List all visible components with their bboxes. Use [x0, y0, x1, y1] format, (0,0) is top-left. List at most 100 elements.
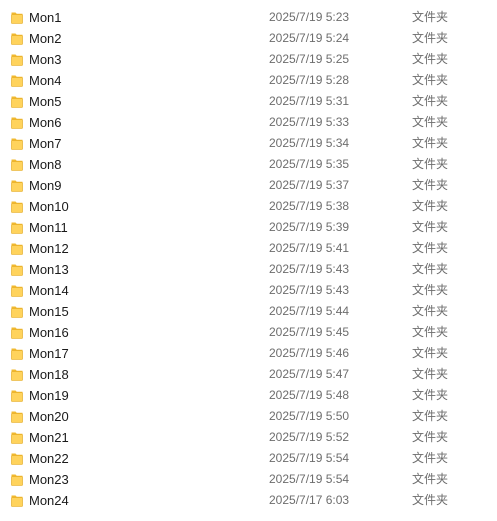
list-item-mon23[interactable]: Mon23 2025/7/19 5:54 文件夹 — [0, 469, 497, 490]
folder-icon — [11, 201, 23, 213]
folder-name: Mon11 — [29, 220, 68, 235]
folder-icon — [11, 180, 23, 192]
item-type: 文件夹 — [412, 136, 449, 150]
folder-name: Mon7 — [29, 136, 62, 151]
list-item-mon13[interactable]: Mon13 2025/7/19 5:43 文件夹 — [0, 259, 497, 280]
date-modified: 2025/7/19 5:54 — [269, 451, 350, 465]
date-modified: 2025/7/19 5:37 — [269, 178, 350, 192]
folder-icon — [11, 117, 23, 129]
folder-icon — [11, 138, 23, 150]
folder-name: Mon23 — [29, 472, 69, 487]
folder-name: Mon24 — [29, 493, 69, 508]
folder-icon — [11, 159, 23, 171]
date-modified: 2025/7/19 5:47 — [269, 367, 350, 381]
date-modified: 2025/7/19 5:38 — [269, 199, 350, 213]
folder-name: Mon21 — [29, 430, 69, 445]
list-item-mon4[interactable]: Mon4 2025/7/19 5:28 文件夹 — [0, 70, 497, 91]
list-item-mon17[interactable]: Mon17 2025/7/19 5:46 文件夹 — [0, 343, 497, 364]
folder-icon — [11, 474, 23, 486]
date-modified: 2025/7/19 5:43 — [269, 262, 350, 276]
date-modified: 2025/7/19 5:48 — [269, 388, 350, 402]
folder-icon — [11, 432, 23, 444]
date-modified: 2025/7/19 5:28 — [269, 73, 350, 87]
item-type: 文件夹 — [412, 367, 449, 381]
folder-name: Mon14 — [29, 283, 69, 298]
list-item-mon10[interactable]: Mon10 2025/7/19 5:38 文件夹 — [0, 196, 497, 217]
list-item-mon2[interactable]: Mon2 2025/7/19 5:24 文件夹 — [0, 28, 497, 49]
item-type: 文件夹 — [412, 178, 449, 192]
folder-name: Mon13 — [29, 262, 69, 277]
folder-icon — [11, 33, 23, 45]
list-item-mon22[interactable]: Mon22 2025/7/19 5:54 文件夹 — [0, 448, 497, 469]
item-type: 文件夹 — [412, 493, 449, 507]
folder-icon — [11, 327, 23, 339]
folder-icon — [11, 390, 23, 402]
item-type: 文件夹 — [412, 94, 449, 108]
item-type: 文件夹 — [412, 241, 449, 255]
list-item-mon24[interactable]: Mon24 2025/7/17 6:03 文件夹 — [0, 490, 497, 511]
folder-name: Mon18 — [29, 367, 69, 382]
folder-icon — [11, 369, 23, 381]
folder-icon — [11, 453, 23, 465]
folder-name: Mon1 — [29, 10, 62, 25]
date-modified: 2025/7/19 5:24 — [269, 31, 350, 45]
item-type: 文件夹 — [412, 220, 449, 234]
folder-name: Mon20 — [29, 409, 69, 424]
list-item-mon3[interactable]: Mon3 2025/7/19 5:25 文件夹 — [0, 49, 497, 70]
item-type: 文件夹 — [412, 157, 449, 171]
folder-name: Mon22 — [29, 451, 69, 466]
list-item-mon15[interactable]: Mon15 2025/7/19 5:44 文件夹 — [0, 301, 497, 322]
list-item-mon14[interactable]: Mon14 2025/7/19 5:43 文件夹 — [0, 280, 497, 301]
folder-icon — [11, 75, 23, 87]
folder-icon — [11, 12, 23, 24]
list-item-mon18[interactable]: Mon18 2025/7/19 5:47 文件夹 — [0, 364, 497, 385]
folder-name: Mon2 — [29, 31, 62, 46]
folder-name: Mon17 — [29, 346, 69, 361]
folder-icon — [11, 348, 23, 360]
list-item-mon1[interactable]: Mon1 2025/7/19 5:23 文件夹 — [0, 7, 497, 28]
folder-name: Mon12 — [29, 241, 69, 256]
list-item-mon8[interactable]: Mon8 2025/7/19 5:35 文件夹 — [0, 154, 497, 175]
date-modified: 2025/7/19 5:25 — [269, 52, 350, 66]
item-type: 文件夹 — [412, 304, 449, 318]
folder-name: Mon19 — [29, 388, 69, 403]
list-item-mon12[interactable]: Mon12 2025/7/19 5:41 文件夹 — [0, 238, 497, 259]
item-type: 文件夹 — [412, 451, 449, 465]
date-modified: 2025/7/19 5:39 — [269, 220, 350, 234]
date-modified: 2025/7/17 6:03 — [269, 493, 350, 507]
folder-icon — [11, 411, 23, 423]
item-type: 文件夹 — [412, 262, 449, 276]
item-type: 文件夹 — [412, 283, 449, 297]
item-type: 文件夹 — [412, 73, 449, 87]
item-type: 文件夹 — [412, 346, 449, 360]
date-modified: 2025/7/19 5:41 — [269, 241, 350, 255]
list-item-mon21[interactable]: Mon21 2025/7/19 5:52 文件夹 — [0, 427, 497, 448]
date-modified: 2025/7/19 5:35 — [269, 157, 350, 171]
list-item-mon19[interactable]: Mon19 2025/7/19 5:48 文件夹 — [0, 385, 497, 406]
file-list: Mon1 2025/7/19 5:23 文件夹 Mon2 2025/7/19 5… — [0, 7, 497, 511]
folder-name: Mon6 — [29, 115, 62, 130]
list-item-mon6[interactable]: Mon6 2025/7/19 5:33 文件夹 — [0, 112, 497, 133]
date-modified: 2025/7/19 5:31 — [269, 94, 350, 108]
folder-icon — [11, 243, 23, 255]
date-modified: 2025/7/19 5:45 — [269, 325, 350, 339]
list-item-mon11[interactable]: Mon11 2025/7/19 5:39 文件夹 — [0, 217, 497, 238]
date-modified: 2025/7/19 5:54 — [269, 472, 350, 486]
item-type: 文件夹 — [412, 472, 449, 486]
folder-icon — [11, 96, 23, 108]
list-item-mon20[interactable]: Mon20 2025/7/19 5:50 文件夹 — [0, 406, 497, 427]
folder-name: Mon3 — [29, 52, 62, 67]
folder-icon — [11, 285, 23, 297]
date-modified: 2025/7/19 5:46 — [269, 346, 350, 360]
folder-name: Mon4 — [29, 73, 62, 88]
list-item-mon9[interactable]: Mon9 2025/7/19 5:37 文件夹 — [0, 175, 497, 196]
item-type: 文件夹 — [412, 115, 449, 129]
item-type: 文件夹 — [412, 10, 449, 24]
list-item-mon5[interactable]: Mon5 2025/7/19 5:31 文件夹 — [0, 91, 497, 112]
date-modified: 2025/7/19 5:33 — [269, 115, 350, 129]
folder-icon — [11, 495, 23, 507]
list-item-mon7[interactable]: Mon7 2025/7/19 5:34 文件夹 — [0, 133, 497, 154]
list-item-mon16[interactable]: Mon16 2025/7/19 5:45 文件夹 — [0, 322, 497, 343]
folder-name: Mon8 — [29, 157, 62, 172]
date-modified: 2025/7/19 5:44 — [269, 304, 350, 318]
